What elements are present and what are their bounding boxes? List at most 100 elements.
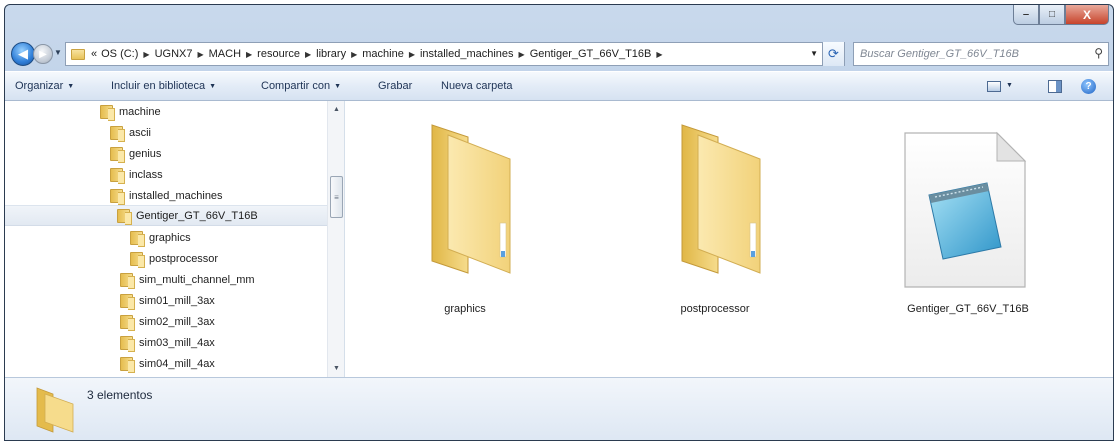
folder-icon bbox=[100, 104, 115, 121]
breadcrumb-item[interactable]: MACH bbox=[209, 48, 241, 60]
tree-item-label: sim01_mill_3ax bbox=[139, 294, 215, 307]
folder-icon bbox=[120, 335, 135, 352]
search-icon[interactable]: ⚲ bbox=[1094, 46, 1103, 60]
status-bar: 3 elementos bbox=[5, 377, 1113, 440]
breadcrumb-item[interactable]: machine bbox=[362, 48, 404, 60]
tree-item-label: postprocessor bbox=[149, 252, 219, 265]
chevron-down-icon: ▼ bbox=[334, 83, 342, 90]
chevron-right-icon[interactable]: ▶ bbox=[409, 50, 415, 59]
share-with-menu[interactable]: Compartir con ▼ bbox=[261, 80, 341, 92]
tree-item-label: sim03_mill_4ax bbox=[139, 336, 215, 349]
tree-item-label: machine bbox=[119, 105, 161, 118]
chevron-down-icon[interactable]: ▼ bbox=[1006, 82, 1013, 89]
breadcrumb-item[interactable]: installed_machines bbox=[420, 48, 514, 60]
chevron-right-icon[interactable]: ▶ bbox=[351, 50, 357, 59]
chevron-down-icon: ▼ bbox=[209, 83, 217, 90]
breadcrumb-overflow[interactable]: « bbox=[91, 48, 97, 60]
window-controls: ‒ □ X bbox=[1013, 5, 1109, 25]
tree-item-label: ascii bbox=[129, 126, 152, 139]
help-icon[interactable]: ? bbox=[1081, 79, 1096, 94]
tree-item-label: genius bbox=[129, 147, 162, 160]
file-item-postprocessor[interactable]: postprocessor bbox=[640, 123, 790, 323]
chevron-right-icon[interactable]: ▶ bbox=[305, 50, 311, 59]
item-count: 3 elementos bbox=[87, 388, 153, 402]
tree-item-label: sim_multi_channel_mm bbox=[139, 273, 255, 286]
folder-icon bbox=[130, 251, 145, 268]
organize-menu[interactable]: Organizar ▼ bbox=[15, 80, 74, 92]
search-placeholder: Buscar Gentiger_GT_66V_T16B bbox=[860, 48, 1019, 60]
chevron-right-icon[interactable]: ▶ bbox=[246, 50, 252, 59]
tree-item-gentiger-gt-66v-t16b[interactable]: Gentiger_GT_66V_T16B bbox=[5, 205, 327, 226]
tree-item-label: inclass bbox=[129, 168, 163, 181]
scroll-down-icon[interactable]: ▼ bbox=[328, 360, 344, 377]
chevron-right-icon[interactable]: ▶ bbox=[143, 50, 149, 59]
file-item-graphics[interactable]: graphics bbox=[390, 123, 540, 323]
tree-item-label: sim04_mill_4ax bbox=[139, 357, 215, 370]
breadcrumb: OS (C:) ▶ UGNX7 ▶ MACH ▶ resource ▶ library ▶… bbox=[101, 48, 667, 60]
address-history-dropdown-icon[interactable]: ▼ bbox=[810, 49, 818, 58]
include-in-library-menu[interactable]: Incluir en biblioteca ▼ bbox=[111, 80, 216, 92]
explorer-window: ‒ □ X ◀ ▶ ▼ « OS (C:) ▶ UGNX7 ▶ MACH ▶ reso… bbox=[4, 4, 1114, 441]
folder-icon bbox=[110, 167, 125, 184]
tree-item-label: graphics bbox=[149, 231, 191, 244]
folder-icon bbox=[120, 356, 135, 373]
tree-item-sim01-mill-3ax[interactable]: sim01_mill_3ax bbox=[120, 290, 215, 311]
chevron-right-icon[interactable]: ▶ bbox=[519, 50, 525, 59]
folder-icon bbox=[120, 272, 135, 289]
close-button[interactable]: X bbox=[1065, 5, 1109, 25]
breadcrumb-item[interactable]: OS (C:) bbox=[101, 48, 138, 60]
back-button[interactable]: ◀ bbox=[11, 42, 35, 66]
tree-item-postprocessor[interactable]: postprocessor bbox=[130, 248, 218, 269]
search-input[interactable]: Buscar Gentiger_GT_66V_T16B ⚲ bbox=[853, 42, 1109, 66]
text-document-icon bbox=[904, 131, 1027, 288]
change-view-icon[interactable] bbox=[987, 81, 1001, 92]
address-bar[interactable]: « OS (C:) ▶ UGNX7 ▶ MACH ▶ resource ▶ librar… bbox=[65, 42, 845, 66]
refresh-button[interactable]: ⟳ bbox=[822, 42, 844, 66]
minimize-button[interactable]: ‒ bbox=[1013, 5, 1039, 25]
tree-item-ascii[interactable]: ascii bbox=[110, 122, 151, 143]
content-area: machine ascii genius inclass installed_m… bbox=[5, 101, 1113, 377]
recent-pages-dropdown-icon[interactable]: ▼ bbox=[54, 48, 62, 57]
file-name: postprocessor bbox=[680, 303, 750, 315]
tree-item-sim02-mill-3ax[interactable]: sim02_mill_3ax bbox=[120, 311, 215, 332]
tree-item-machine[interactable]: machine bbox=[100, 101, 161, 122]
tree-item-installed-machines[interactable]: installed_machines bbox=[110, 185, 223, 206]
chevron-right-icon[interactable]: ▶ bbox=[656, 50, 662, 59]
folder-icon bbox=[117, 208, 132, 225]
burn-button[interactable]: Grabar bbox=[378, 80, 412, 92]
command-toolbar: Organizar ▼ Incluir en biblioteca ▼ Compar… bbox=[5, 71, 1113, 101]
new-folder-button[interactable]: Nueva carpeta bbox=[441, 80, 513, 92]
tree-item-sim04-mill-4ax[interactable]: sim04_mill_4ax bbox=[120, 353, 215, 374]
tree-item-genius[interactable]: genius bbox=[110, 143, 161, 164]
file-item-gentiger-gt-66v-t16b[interactable]: Gentiger_GT_66V_T16B bbox=[893, 123, 1043, 323]
file-list: graphics postprocessor Gentiger_GT_66V_T… bbox=[345, 101, 1113, 377]
tree-item-label: installed_machines bbox=[129, 189, 223, 202]
folder-icon bbox=[71, 48, 85, 60]
file-name: Gentiger_GT_66V_T16B bbox=[907, 303, 1029, 315]
navigation-scrollbar[interactable]: ▲ ≡ ▼ bbox=[327, 101, 344, 377]
folder-icon bbox=[120, 293, 135, 310]
chevron-right-icon[interactable]: ▶ bbox=[197, 50, 203, 59]
tree-item-sim03-mill-4ax[interactable]: sim03_mill_4ax bbox=[120, 332, 215, 353]
folder-icon bbox=[110, 146, 125, 163]
breadcrumb-item[interactable]: Gentiger_GT_66V_T16B bbox=[530, 48, 652, 60]
tree-item-sim-multi-channel-mm[interactable]: sim_multi_channel_mm bbox=[120, 269, 255, 290]
folder-icon bbox=[681, 124, 761, 274]
scroll-up-icon[interactable]: ▲ bbox=[328, 101, 344, 118]
folder-icon bbox=[431, 124, 511, 274]
breadcrumb-item[interactable]: library bbox=[316, 48, 346, 60]
folder-icon bbox=[130, 230, 145, 247]
maximize-button[interactable]: □ bbox=[1039, 5, 1065, 25]
tree-item-inclass[interactable]: inclass bbox=[110, 164, 163, 185]
chevron-down-icon: ▼ bbox=[67, 83, 75, 90]
breadcrumb-item[interactable]: resource bbox=[257, 48, 300, 60]
tree-item-graphics[interactable]: graphics bbox=[130, 227, 191, 248]
navigation-row: ◀ ▶ ▼ « OS (C:) ▶ UGNX7 ▶ MACH ▶ resource ▶ … bbox=[5, 41, 1113, 67]
tree-item-label: sim02_mill_3ax bbox=[139, 315, 215, 328]
folder-icon bbox=[120, 314, 135, 331]
scroll-thumb[interactable]: ≡ bbox=[330, 176, 343, 218]
folder-icon bbox=[110, 125, 125, 142]
forward-button[interactable]: ▶ bbox=[33, 44, 53, 64]
breadcrumb-item[interactable]: UGNX7 bbox=[155, 48, 193, 60]
preview-pane-icon[interactable] bbox=[1048, 80, 1062, 93]
